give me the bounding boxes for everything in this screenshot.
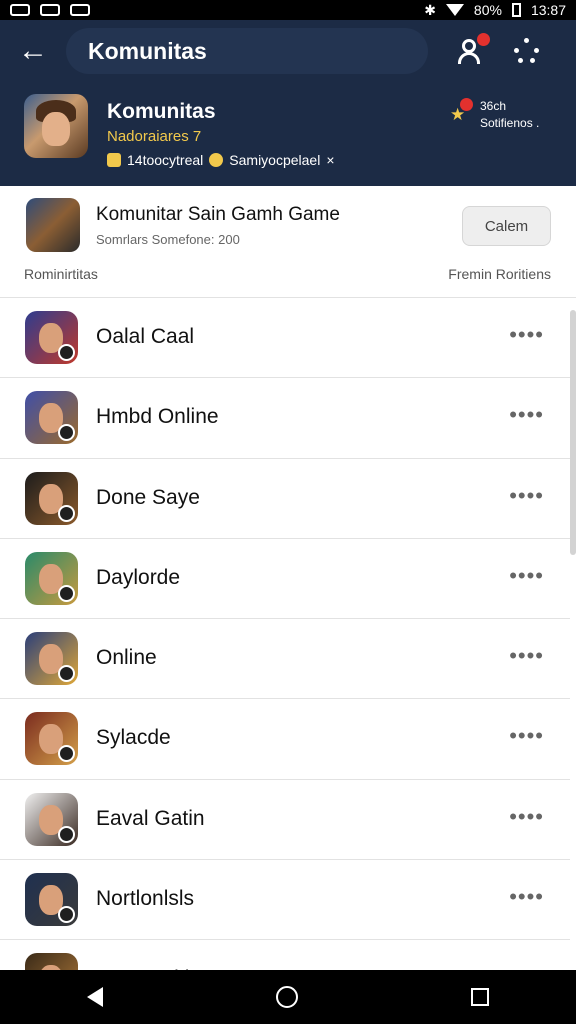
coin-icon	[209, 153, 224, 167]
game-icon	[25, 311, 78, 364]
list-item-label: Online	[96, 646, 157, 670]
more-options-icon[interactable]: ••••	[509, 643, 544, 669]
community-avatar	[24, 94, 88, 158]
nav-home-icon[interactable]	[275, 986, 298, 1008]
game-icon	[25, 712, 78, 766]
icon-badge	[58, 504, 75, 522]
icon-badge	[58, 584, 75, 602]
game-title: Komunitar Sain Gamh Game	[96, 204, 340, 225]
list-item[interactable]: Online ••••	[0, 619, 570, 700]
meta-right: Samiyocpelael	[229, 152, 321, 168]
stats-top: 36ch	[480, 99, 507, 113]
game-icon	[25, 792, 78, 846]
game-icon	[25, 632, 78, 686]
red-badge	[460, 98, 473, 111]
bluetooth-icon: ✱	[424, 1, 436, 18]
list-item[interactable]: Done Saye ••••	[0, 458, 570, 539]
app-bar: ← Komunitas	[0, 20, 576, 82]
status-bar: ✱ 80% 13:87	[0, 0, 576, 20]
icon-badge	[58, 344, 75, 361]
nav-recents-icon[interactable]	[471, 988, 490, 1006]
user-head	[462, 39, 476, 53]
community-list: Oalal Caal •••• Hmbd Online •••• Done Saye ••…	[0, 298, 570, 970]
list-item[interactable]: Sylacde ••••	[0, 699, 570, 780]
list-item-label: Eaval Gatin	[96, 806, 205, 830]
back-button[interactable]: ←	[0, 20, 66, 82]
list-item-label: Hmbd Online	[96, 405, 219, 429]
close-icon[interactable]: ×	[326, 152, 334, 168]
list-item-label: Done Saye	[96, 485, 200, 509]
icon-badge	[58, 825, 75, 843]
list-item-label: Sylacde	[96, 726, 171, 750]
nav-back-icon[interactable]	[86, 987, 103, 1007]
icon-badge	[58, 906, 75, 924]
stats-bottom: Sotifienos .	[480, 116, 540, 130]
game-icon	[25, 953, 78, 970]
signal-icon	[445, 4, 464, 16]
clock: 13:87	[530, 2, 566, 18]
more-options-icon[interactable]: ••••	[509, 322, 544, 348]
status-right: ✱ 80% 13:87	[424, 2, 566, 19]
dot	[524, 38, 529, 43]
more-options-icon[interactable]: ••••	[509, 723, 544, 749]
navigation-bar	[0, 970, 576, 1024]
game-thumbnail	[26, 198, 80, 252]
community-meta: 14toocytreal Samiyocpelael ×	[107, 152, 335, 168]
list-item[interactable]: Daylorde ••••	[0, 538, 570, 620]
list-item-label: Nortlonlsls	[96, 887, 195, 911]
list-item-label: Daylorde	[96, 565, 181, 589]
dot	[514, 48, 519, 53]
dot	[534, 48, 539, 53]
notification-icon	[40, 4, 60, 16]
app-bar-actions	[456, 33, 540, 65]
more-options-icon[interactable]: ••••	[509, 402, 544, 428]
star-badge-icon: ★	[450, 98, 473, 123]
notification-icon	[70, 4, 90, 16]
list-item[interactable]: Dorreradtiz••••	[0, 940, 570, 970]
dot	[518, 58, 523, 63]
icon-badge	[58, 424, 75, 442]
icon-badge	[58, 745, 75, 763]
avatar-face	[42, 112, 70, 146]
scrollbar[interactable]	[570, 310, 576, 555]
game-subtitle: Somrlars Somefone: 200	[96, 232, 240, 247]
dot	[530, 58, 535, 63]
trophy-icon	[107, 153, 121, 167]
back-arrow-icon: ←	[18, 34, 48, 67]
game-icon	[25, 551, 78, 605]
more-options-icon[interactable]: ••••	[509, 563, 544, 589]
game-card: Komunitar Sain Gamh Game Somrlars Somefo…	[0, 186, 576, 298]
user-icon[interactable]	[456, 33, 490, 65]
dots-grid-icon[interactable]	[514, 38, 540, 64]
status-left	[10, 4, 90, 16]
more-options-icon[interactable]: ••••	[509, 483, 544, 509]
list-item-label: Oalal Caal	[96, 325, 195, 348]
list-item[interactable]: Nortlonlsls ••••	[0, 860, 570, 941]
stats-text: 36ch Sotifienos .	[480, 98, 539, 132]
game-action-button[interactable]: Calem	[462, 206, 551, 246]
community-subtitle: Nadoraiares 7	[107, 128, 202, 145]
more-options-icon[interactable]: ••••	[509, 884, 544, 910]
notification-icon	[10, 4, 30, 16]
list-item[interactable]: Hmbd Online ••••	[0, 378, 570, 459]
community-title: Komunitas	[107, 100, 216, 123]
game-icon	[25, 873, 78, 927]
user-body	[458, 52, 480, 64]
list-item[interactable]: Eaval Gatin ••••	[0, 779, 570, 861]
title-search-field[interactable]: Komunitas	[66, 28, 428, 74]
meta-left: 14toocytreal	[127, 152, 204, 168]
battery-icon	[511, 3, 521, 17]
app-bar-title: Komunitas	[88, 37, 207, 64]
game-icon	[25, 471, 78, 525]
icon-badge	[58, 665, 75, 683]
notification-badge	[477, 33, 490, 46]
game-icon	[25, 391, 78, 445]
battery-percent: 80%	[473, 2, 502, 18]
list-item[interactable]: Oalal Caal ••••	[0, 298, 570, 379]
column-header-right[interactable]: Fremin Roritiens	[448, 266, 551, 282]
community-header: Komunitas Nadoraiares 7 14toocytreal Sam…	[0, 82, 576, 186]
more-options-icon[interactable]: ••••	[509, 804, 544, 830]
column-header-left: Rominirtitas	[24, 266, 98, 282]
